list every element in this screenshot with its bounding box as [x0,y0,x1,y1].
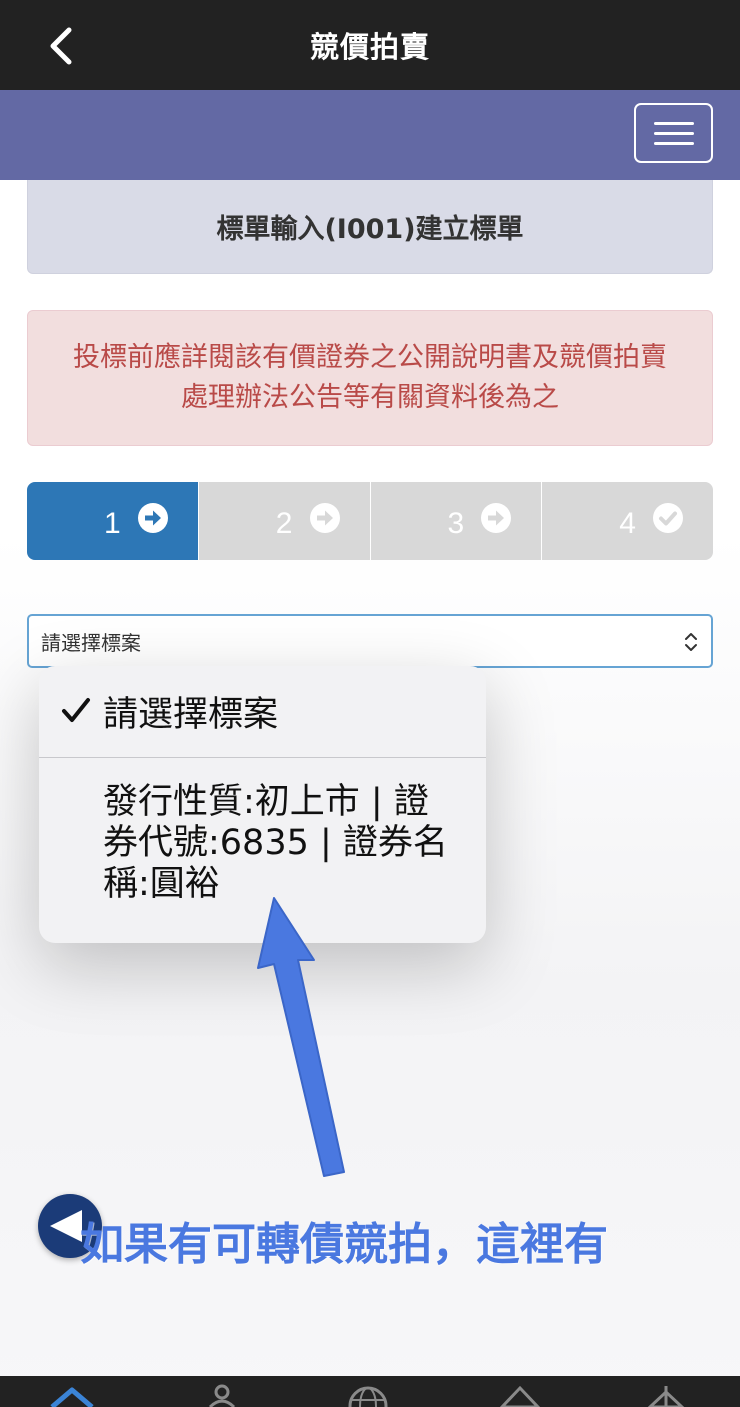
annotation-arrow-icon [257,897,345,1177]
annotation-text: 如果有可轉債競拍，這裡有 [80,1219,608,1270]
chevron-left-icon [50,27,72,65]
step-2[interactable]: 2 [198,482,370,560]
dropdown-option-placeholder[interactable]: 請選擇標案 [39,666,486,758]
arrow-right-circle-icon [481,503,512,533]
page-title: 競價拍賣 [309,30,430,64]
case-select[interactable]: 請選擇標案 [27,614,713,668]
step-4[interactable]: 4 [542,482,713,560]
checkmark-icon [62,698,90,722]
users-icon[interactable] [196,1382,256,1407]
tag-icon[interactable] [490,1382,550,1407]
check-circle-icon [653,503,683,533]
form-title: 標單輸入(I001)建立標單 [216,214,524,245]
dropdown-option-line: 券代號:6835 | 證券名 [103,823,448,863]
arrow-right-circle-icon [137,503,168,533]
home-icon[interactable] [42,1382,102,1407]
warning-line-1: 投標前應詳閱該有價證券之公開說明書及競價拍賣 [73,342,667,373]
back-button[interactable] [38,24,82,68]
arrow-right-circle-icon [309,503,340,533]
nav-bar [0,90,740,180]
bank-icon[interactable] [636,1382,696,1407]
globe-icon[interactable] [338,1382,398,1407]
hamburger-menu-icon-line [653,121,694,125]
warning-alert: 投標前應詳閱該有價證券之公開說明書及競價拍賣 處理辦法公告等有關資料後為之 [27,310,713,446]
hamburger-menu-icon-line [653,141,694,145]
step-1[interactable]: 1 [27,482,198,560]
dropdown-option-case[interactable]: 發行性質:初上市 | 證 券代號:6835 | 證券名 稱:圓裕 [39,758,486,905]
form-title-panel: 標單輸入(I001)建立標單 [27,180,713,274]
case-select-value: 請選擇標案 [41,630,141,655]
step-number: 1 [104,507,121,540]
warning-line-2: 處理辦法公告等有關資料後為之 [181,382,559,413]
step-number: 3 [447,507,465,540]
top-header: 競價拍賣 [0,0,740,90]
hamburger-menu-icon-line [653,131,694,135]
step-3[interactable]: 3 [370,482,542,560]
step-number: 2 [275,507,293,540]
step-wizard: 1 2 3 4 [27,482,713,560]
dropdown-option-line: 發行性質:初上市 | 證 [103,782,429,822]
chevron-updown-icon [685,633,697,651]
menu-toggle-button[interactable] [634,103,713,163]
bottom-tab-bar [0,1376,740,1407]
step-number: 4 [619,507,636,540]
dropdown-option-label: 請選擇標案 [103,695,279,735]
